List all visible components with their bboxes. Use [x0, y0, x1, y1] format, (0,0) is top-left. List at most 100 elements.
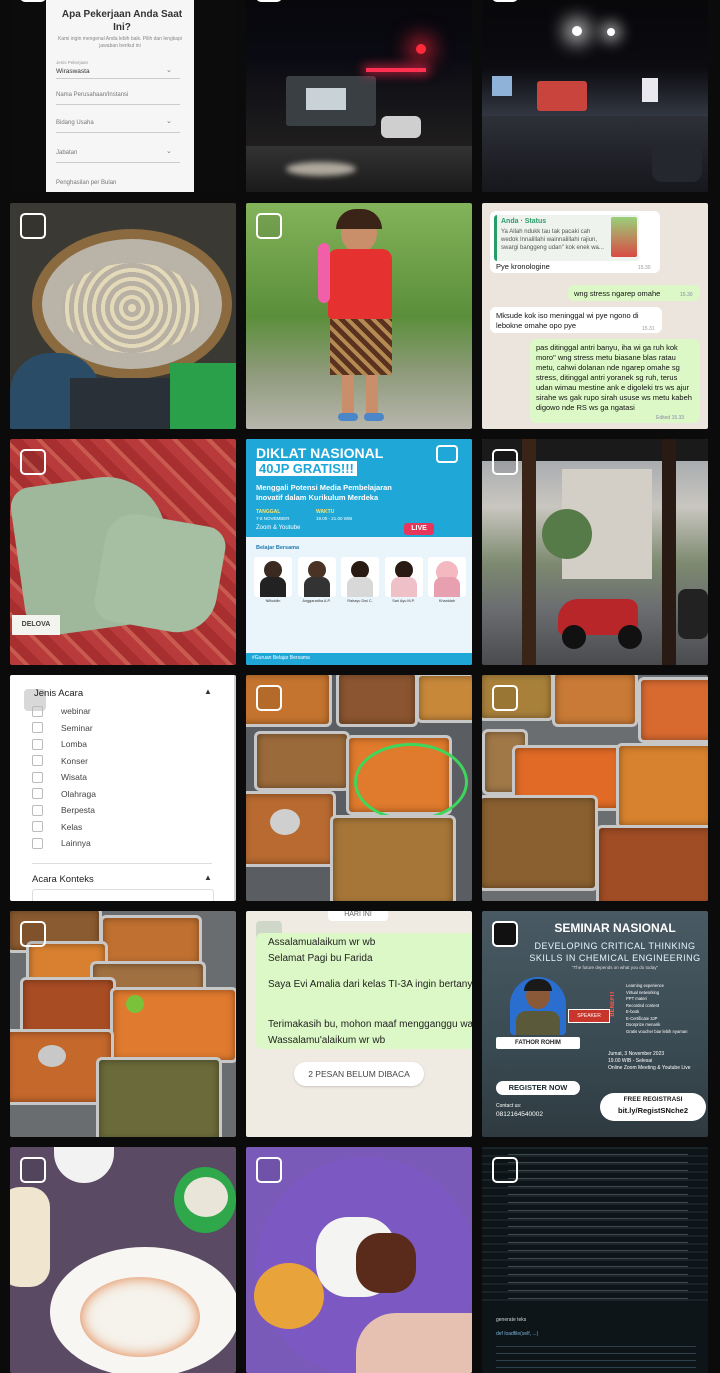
- terminal-line: def loadfile(self, ...): [496, 1331, 539, 1337]
- option-konser[interactable]: Konser: [32, 753, 96, 770]
- chevron-down-icon: ⌄: [166, 118, 172, 125]
- business-field[interactable]: Bidang Usaha: [56, 120, 94, 126]
- event-type-options: webinar Seminar Lomba Konser Wisata Olah…: [32, 703, 96, 852]
- quote-text: Ya Allah ndukk tau tak pacaki cah wedok …: [501, 229, 604, 251]
- job-label: Jenis Pekerjaan: [56, 60, 89, 65]
- incoming-bubble: Mksude kok iso meninggal wi pye ngono di…: [490, 307, 662, 333]
- option-berpesta[interactable]: Berpesta: [32, 802, 96, 819]
- select-checkbox[interactable]: [20, 213, 46, 239]
- media-tile-filter-screenshot[interactable]: Jenis Acara ▲ webinar Seminar Lomba Kons…: [10, 675, 236, 901]
- filter-section-title: Jenis Acara: [34, 688, 84, 699]
- speaker-names: Nifluddin Anggaradha A.P. Rahayu Dwi C. …: [254, 599, 466, 603]
- select-checkbox[interactable]: [492, 1157, 518, 1183]
- media-tile-webinar-poster[interactable]: DIKLAT NASIONAL 40JP GRATIS!!! Menggali …: [246, 439, 472, 665]
- select-checkbox[interactable]: [256, 685, 282, 711]
- chevron-down-icon: ⌄: [166, 148, 172, 155]
- register-button[interactable]: REGISTER NOW: [496, 1081, 580, 1095]
- company-field[interactable]: Nama Perusahaan/Instansi: [56, 92, 128, 98]
- select-checkbox[interactable]: [256, 213, 282, 239]
- speaker-name: FATHOR ROHIM: [496, 1037, 580, 1049]
- event-time: 19.00 WIB - Selesai: [608, 1058, 653, 1064]
- income-field[interactable]: Penghasilan per Bulan: [56, 180, 116, 186]
- option-webinar[interactable]: webinar: [32, 703, 96, 720]
- speaker-name: Rahayu Dwi C.: [347, 599, 373, 603]
- poster-subtitle: 40JP GRATIS!!!: [256, 461, 357, 476]
- media-tile-night-road[interactable]: [482, 0, 708, 192]
- event-date: Jumat, 3 November 2023: [608, 1051, 665, 1057]
- message-line: Terimakasih bu, mohon maaf mengganggu wa: [268, 1019, 472, 1030]
- message-time: Edited 15.33: [656, 415, 685, 421]
- select-checkbox[interactable]: [256, 0, 282, 2]
- benefit-label: BENEFIT: [610, 991, 616, 1017]
- option-wisata[interactable]: Wisata: [32, 769, 96, 786]
- position-field[interactable]: Jabatan: [56, 150, 77, 156]
- select-checkbox[interactable]: [492, 0, 518, 2]
- media-tile-terminal-photo[interactable]: generate teks def loadfile(self, ...): [482, 1147, 708, 1373]
- speaker-name: Khanidah: [438, 599, 456, 603]
- select-checkbox[interactable]: [20, 1157, 46, 1183]
- live-badge: LIVE: [404, 523, 434, 535]
- registration-badge: FREE REGISTRASI bit.ly/RegistSNche2: [600, 1093, 706, 1121]
- media-tile-seminar-poster[interactable]: SEMINAR NASIONAL DEVELOPING CRITICAL THI…: [482, 911, 708, 1137]
- select-checkbox[interactable]: [492, 921, 518, 947]
- select-checkbox[interactable]: [20, 0, 46, 2]
- media-tile-cookies[interactable]: [10, 203, 236, 429]
- platform-text: Zoom & Youtube: [256, 525, 301, 531]
- select-checkbox[interactable]: [492, 449, 518, 475]
- media-tile-night-street[interactable]: [246, 0, 472, 192]
- select-checkbox[interactable]: [492, 685, 518, 711]
- speaker-name: Anggaradha A.P.: [302, 599, 331, 603]
- media-tile-food-trays[interactable]: [246, 675, 472, 901]
- select-checkbox[interactable]: [256, 1157, 282, 1183]
- message-line: Selamat Pagi bu Farida: [268, 953, 373, 964]
- media-tile-message-screenshot[interactable]: HARI INI Assalamualaikum wr wb Selamat P…: [246, 911, 472, 1137]
- benefits-list: Learning experience Virtual networking P…: [626, 983, 706, 1035]
- date-divider: HARI INI: [328, 911, 388, 921]
- brand-label: DELOVA: [12, 615, 60, 635]
- media-tile-chat-screenshot[interactable]: Anda · Status Ya Allah ndukk tau tak pac…: [482, 203, 708, 429]
- option-label: Lainnya: [61, 838, 91, 849]
- option-label: Seminar: [61, 722, 93, 733]
- option-label: Kelas: [61, 821, 83, 832]
- message-line: Wassalamu'alaikum wr wb: [268, 1035, 386, 1046]
- registration-link[interactable]: bit.ly/RegistSNche2: [600, 1106, 706, 1115]
- terminal-line: generate teks: [496, 1317, 527, 1323]
- filter-section-title: Acara Konteks: [32, 874, 94, 885]
- media-tile-girl-photo[interactable]: [246, 203, 472, 429]
- media-tile-motorbikes[interactable]: [482, 439, 708, 665]
- job-value[interactable]: Wiraswasta: [56, 68, 90, 75]
- select-checkbox[interactable]: [20, 921, 46, 947]
- option-olahraga[interactable]: Olahraga: [32, 786, 96, 803]
- media-tile-fabric[interactable]: DELOVA: [10, 439, 236, 665]
- speakers-row: [254, 557, 466, 613]
- poster-title: DIKLAT NASIONAL: [256, 445, 384, 461]
- option-kelas[interactable]: Kelas: [32, 819, 96, 836]
- contact-label: Contact us:: [496, 1103, 522, 1109]
- select-checkbox[interactable]: [20, 449, 46, 475]
- chevron-down-icon: ⌄: [166, 67, 172, 74]
- option-label: Lomba: [61, 739, 87, 750]
- option-label: Berpesta: [61, 805, 96, 816]
- option-seminar[interactable]: Seminar: [32, 720, 96, 737]
- option-label: webinar: [61, 706, 91, 717]
- media-tile-food-trays[interactable]: [10, 911, 236, 1137]
- media-tile-food-trays[interactable]: [482, 675, 708, 901]
- option-label: Olahraga: [61, 788, 96, 799]
- date-label: TANGGAL: [256, 509, 281, 515]
- unread-messages-button[interactable]: 2 PESAN BELUM DIBACA: [294, 1062, 424, 1086]
- message-line: Assalamualaikum wr wb: [268, 937, 376, 948]
- speaker-photo: [510, 977, 566, 1035]
- option-lainnya[interactable]: Lainnya: [32, 835, 96, 852]
- media-tile-plate[interactable]: [246, 1147, 472, 1373]
- quote-thumbnail: [611, 217, 637, 257]
- option-label: Wisata: [61, 772, 87, 783]
- option-lomba[interactable]: Lomba: [32, 736, 96, 753]
- quote-author: Anda · Status: [501, 218, 547, 225]
- message-text: wng stress ngarep omahe: [574, 289, 661, 298]
- media-tile-meal-table[interactable]: [10, 1147, 236, 1373]
- chevron-up-icon[interactable]: ▲: [204, 687, 212, 696]
- chevron-up-icon[interactable]: ▲: [204, 873, 212, 882]
- outgoing-bubble: wng stress ngarep omahe 15.30: [568, 285, 700, 301]
- media-tile-form-screenshot[interactable]: Apa Pekerjaan Anda Saat Ini? Kami ingin …: [10, 0, 236, 192]
- speaker-name: Sari Ayu M.P.: [392, 599, 415, 603]
